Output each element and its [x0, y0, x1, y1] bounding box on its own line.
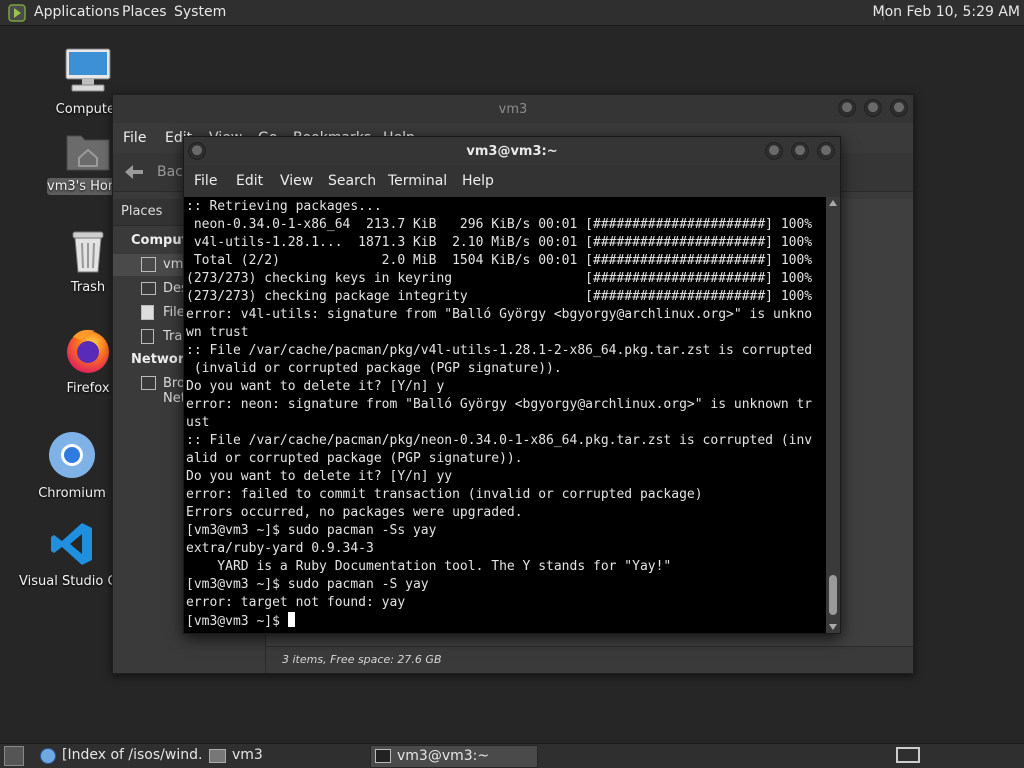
desktop-icon-label: Chromium — [38, 486, 106, 501]
maximize-button[interactable] — [791, 142, 809, 160]
top-panel: Applications Places System Mon Feb 10, 5… — [0, 0, 1024, 26]
network-icon — [141, 376, 156, 390]
back-arrow-icon — [125, 165, 143, 179]
taskbar-item-chromium[interactable]: [Index of /isos/wind... — [36, 745, 202, 766]
minimize-button[interactable] — [765, 142, 783, 160]
menu-terminal[interactable]: Terminal — [388, 173, 447, 189]
places-menu[interactable]: Places — [122, 4, 167, 20]
drive-icon — [141, 305, 154, 320]
trash-icon — [72, 231, 104, 273]
places-selector[interactable]: Places — [121, 204, 162, 219]
taskbar-item-terminal[interactable]: vm3@vm3:~ — [370, 745, 538, 768]
menu-file[interactable]: File — [123, 130, 146, 146]
computer-icon — [65, 48, 111, 92]
vscode-icon — [51, 523, 92, 565]
applications-menu[interactable]: Applications — [34, 4, 120, 20]
terminal-cursor — [287, 612, 295, 627]
taskbar-item-label: [Index of /isos/wind... — [62, 747, 202, 763]
window-titlebar[interactable]: vm3 — [113, 95, 913, 123]
terminal-output: :: Retrieving packages... neon-0.34.0-1-… — [186, 199, 813, 629]
desktop-icon — [141, 282, 156, 295]
desktop-icon-chromium[interactable]: Chromium — [17, 430, 127, 501]
minimize-button[interactable] — [838, 99, 856, 117]
clock[interactable]: Mon Feb 10, 5:29 AM — [873, 4, 1020, 20]
system-menu[interactable]: System — [174, 4, 226, 20]
window-title: vm3 — [498, 102, 528, 117]
menu-search[interactable]: Search — [328, 173, 376, 189]
terminal-prompt: [vm3@vm3 ~]$ — [186, 614, 288, 629]
chromium-icon — [40, 748, 56, 764]
terminal-icon — [375, 749, 391, 763]
firefox-icon — [67, 329, 109, 373]
terminal-menubar: File Edit View Search Terminal Help — [184, 165, 840, 197]
scroll-down-arrow-icon[interactable] — [829, 624, 837, 630]
status-text: 3 items, Free space: 27.6 GB — [282, 653, 442, 666]
folder-icon — [209, 749, 226, 763]
applications-menu-icon[interactable] — [8, 4, 26, 22]
taskbar-item-label: vm3 — [232, 747, 263, 763]
scroll-up-arrow-icon[interactable] — [829, 200, 837, 206]
window-title: vm3@vm3:~ — [466, 144, 558, 159]
home-folder-icon — [66, 135, 110, 171]
menu-edit[interactable]: Edit — [236, 173, 263, 189]
chromium-icon — [49, 432, 95, 478]
menu-file[interactable]: File — [194, 173, 217, 189]
bottom-panel: [Index of /isos/wind... vm3 vm3@vm3:~ — [0, 743, 1024, 768]
maximize-button[interactable] — [864, 99, 882, 117]
terminal-scrollbar[interactable] — [826, 197, 840, 633]
taskbar-item-file-manager[interactable]: vm3 — [206, 745, 366, 766]
home-icon — [141, 257, 156, 272]
menu-help[interactable]: Help — [462, 173, 494, 189]
status-bar: 3 items, Free space: 27.6 GB — [266, 646, 913, 673]
scrollbar-thumb[interactable] — [829, 575, 837, 615]
menu-view[interactable]: View — [280, 173, 313, 189]
show-desktop-icon[interactable] — [4, 746, 24, 766]
desktop-icon-label: Visual Studio Code — [19, 574, 127, 589]
trash-icon — [141, 329, 154, 344]
terminal-screen[interactable]: :: Retrieving packages... neon-0.34.0-1-… — [184, 197, 826, 633]
terminal-window[interactable]: vm3@vm3:~ File Edit View Search Terminal… — [183, 136, 841, 634]
close-button[interactable] — [817, 142, 835, 160]
close-button[interactable] — [890, 99, 908, 117]
desktop-icon-vscode[interactable]: Visual Studio Code — [17, 520, 127, 589]
window-titlebar[interactable]: vm3@vm3:~ — [184, 137, 840, 165]
workspace-switcher[interactable] — [896, 747, 920, 763]
taskbar-item-label: vm3@vm3:~ — [397, 748, 490, 764]
